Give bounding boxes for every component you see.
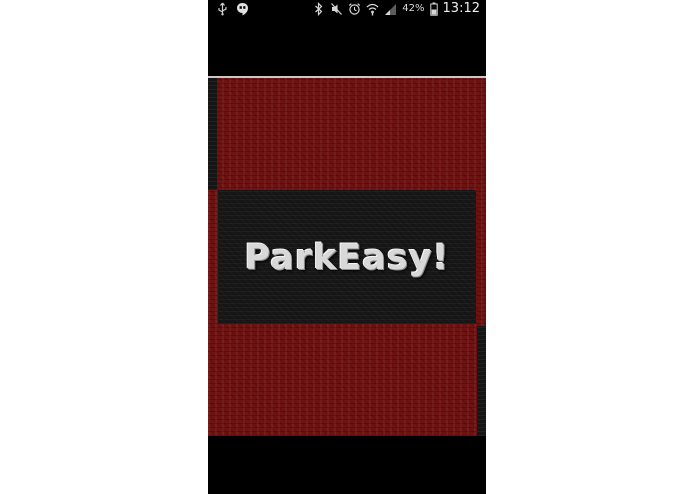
app-logo-text: ParkEasy! xyxy=(244,238,450,278)
signal-icon xyxy=(384,2,397,16)
mute-icon xyxy=(330,2,343,16)
wifi-icon xyxy=(366,2,379,16)
splash-top-edge xyxy=(208,76,486,78)
status-bar: 42% 13:12 xyxy=(208,0,486,20)
right-dark-strip xyxy=(477,326,486,436)
battery-icon xyxy=(429,2,438,16)
bluetooth-icon xyxy=(312,1,325,16)
logo-panel: ParkEasy! xyxy=(218,190,476,324)
left-dark-strip xyxy=(208,78,217,190)
alarm-icon xyxy=(348,2,361,16)
status-clock: 13:12 xyxy=(442,1,480,16)
phone-screen: 42% 13:12 ParkEasy! xyxy=(208,0,486,494)
splash-screen: ParkEasy! xyxy=(208,76,486,436)
usb-icon xyxy=(216,2,229,16)
hangouts-icon xyxy=(236,2,249,16)
battery-percent: 42% xyxy=(402,3,425,14)
